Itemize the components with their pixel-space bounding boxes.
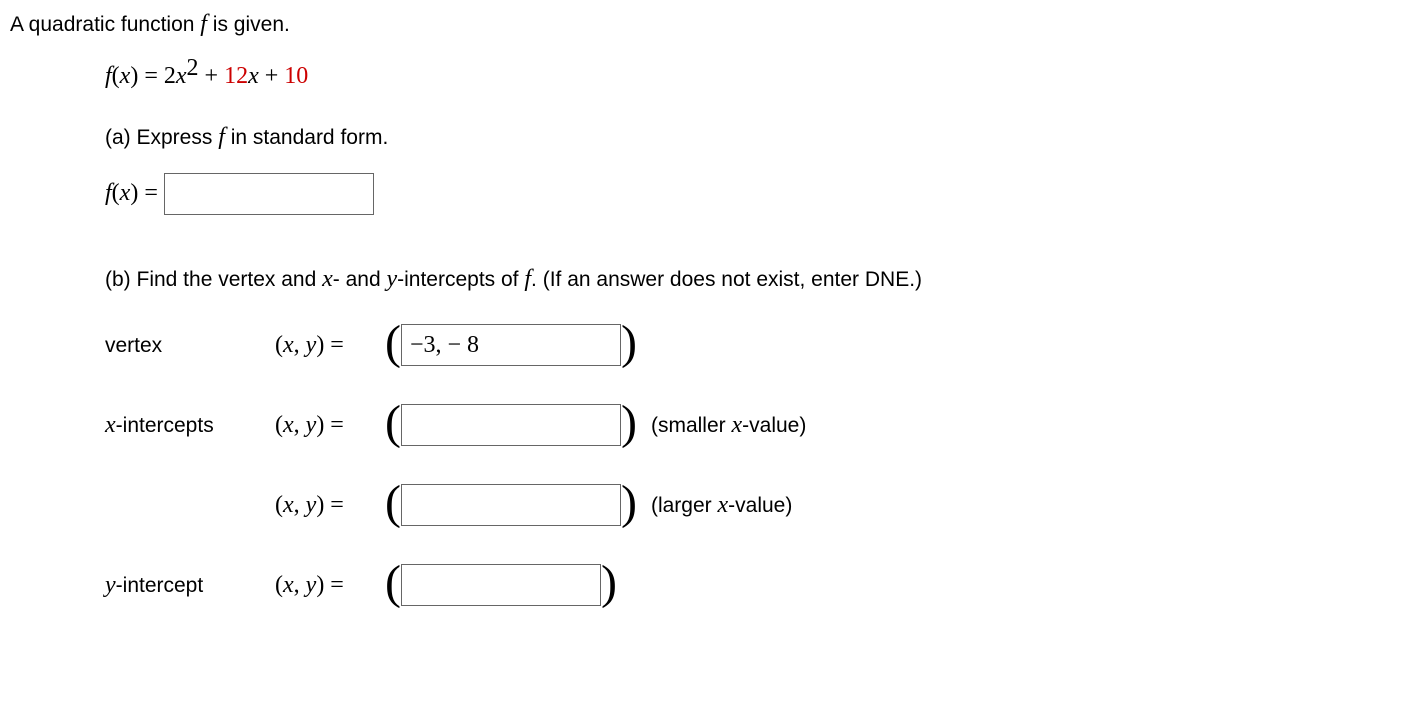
xy-x-4: x	[283, 572, 294, 598]
y-intercept-label: y-intercept	[105, 569, 275, 603]
part-b-x: x	[322, 266, 333, 292]
part-b: (b) Find the vertex and x- and y-interce…	[105, 263, 1402, 607]
xy-comma-3: ,	[294, 492, 306, 518]
x-intercept-2-row: (x, y) = ( ) (larger x-value)	[105, 484, 1402, 526]
eq-c2: 10	[284, 63, 308, 89]
xint-post: -intercepts	[116, 414, 214, 437]
eq-sup2: 2	[187, 55, 199, 81]
fx-open: (	[112, 180, 120, 206]
x-intercepts-label: x-intercepts	[105, 409, 275, 443]
xy-comma: ,	[294, 332, 306, 358]
larger-hint: (larger x-value)	[651, 489, 792, 523]
part-b-post: . (If an answer does not exist, enter DN…	[531, 268, 922, 291]
xy-open-2: (	[275, 412, 283, 438]
xy-y-2: y	[306, 412, 317, 438]
xy-equals-3: (x, y) =	[275, 489, 385, 523]
xy-close-3: ) =	[316, 492, 344, 518]
xy-x-2: x	[283, 412, 294, 438]
larger-pre: (larger	[651, 494, 718, 517]
intro-pre: A quadratic function	[10, 13, 200, 36]
xy-close-2: ) =	[316, 412, 344, 438]
eq-x: x	[120, 63, 131, 89]
xy-y-4: y	[306, 572, 317, 598]
x-intercept-1-row: x-intercepts (x, y) = ( ) (smaller x-val…	[105, 404, 1402, 446]
eq-c1: 12	[224, 63, 248, 89]
intro-post: is given.	[207, 13, 290, 36]
y-intercept-input[interactable]	[401, 564, 601, 606]
part-a-f: f	[218, 124, 225, 150]
xy-close: ) =	[316, 332, 344, 358]
xy-open-3: (	[275, 492, 283, 518]
eq-open: (	[112, 63, 120, 89]
yint-post: -intercept	[116, 574, 204, 597]
xy-y-3: y	[306, 492, 317, 518]
vertex-row: vertex (x, y) = ( )	[105, 324, 1402, 366]
larger-post: -value)	[728, 494, 792, 517]
standard-form-input[interactable]	[164, 173, 374, 215]
xy-x-3: x	[283, 492, 294, 518]
xy-equals-4: (x, y) =	[275, 569, 385, 603]
xy-comma-2: ,	[294, 412, 306, 438]
xy-y: y	[306, 332, 317, 358]
eq-x1: x	[248, 63, 259, 89]
intro-text: A quadratic function f is given.	[10, 8, 1402, 42]
xy-open-4: (	[275, 572, 283, 598]
part-a: (a) Express f in standard form. f(x) =	[105, 121, 1402, 215]
smaller-post: -value)	[742, 414, 806, 437]
xy-x: x	[283, 332, 294, 358]
xint-i: x	[105, 412, 116, 438]
fx-equals: f(x) =	[105, 177, 158, 211]
eq-plus2: +	[259, 63, 285, 89]
y-intercept-row: y-intercept (x, y) = ( )	[105, 564, 1402, 606]
part-a-rest: in standard form.	[225, 126, 388, 149]
part-b-y: y	[386, 266, 397, 292]
vertex-label: vertex	[105, 331, 275, 360]
intro-f: f	[200, 11, 207, 37]
fx-f: f	[105, 180, 112, 206]
larger-i: x	[718, 492, 729, 518]
xy-equals-2: (x, y) =	[275, 409, 385, 443]
eq-close-eq-2: ) = 2	[130, 63, 176, 89]
fx-close: ) =	[130, 180, 158, 206]
vertex-input[interactable]	[401, 324, 621, 366]
smaller-pre: (smaller	[651, 414, 732, 437]
smaller-i: x	[731, 412, 742, 438]
xy-close-4: ) =	[316, 572, 344, 598]
xy-equals: (x, y) =	[275, 329, 385, 363]
equation-line: f(x) = 2x2 + 12x + 10	[105, 60, 1402, 94]
smaller-hint: (smaller x-value)	[651, 409, 806, 443]
xy-comma-4: ,	[294, 572, 306, 598]
eq-plus1: +	[199, 63, 225, 89]
yint-i: y	[105, 572, 116, 598]
eq-x2: x	[176, 63, 187, 89]
part-b-pre: (b) Find the vertex and	[105, 268, 322, 291]
fx-x: x	[120, 180, 131, 206]
part-b-mid1: - and	[333, 268, 387, 291]
part-a-label: (a) Express	[105, 126, 218, 149]
x-intercept-larger-input[interactable]	[401, 484, 621, 526]
part-b-mid2: -intercepts of	[397, 268, 524, 291]
eq-f: f	[105, 63, 112, 89]
x-intercept-smaller-input[interactable]	[401, 404, 621, 446]
xy-open: (	[275, 332, 283, 358]
